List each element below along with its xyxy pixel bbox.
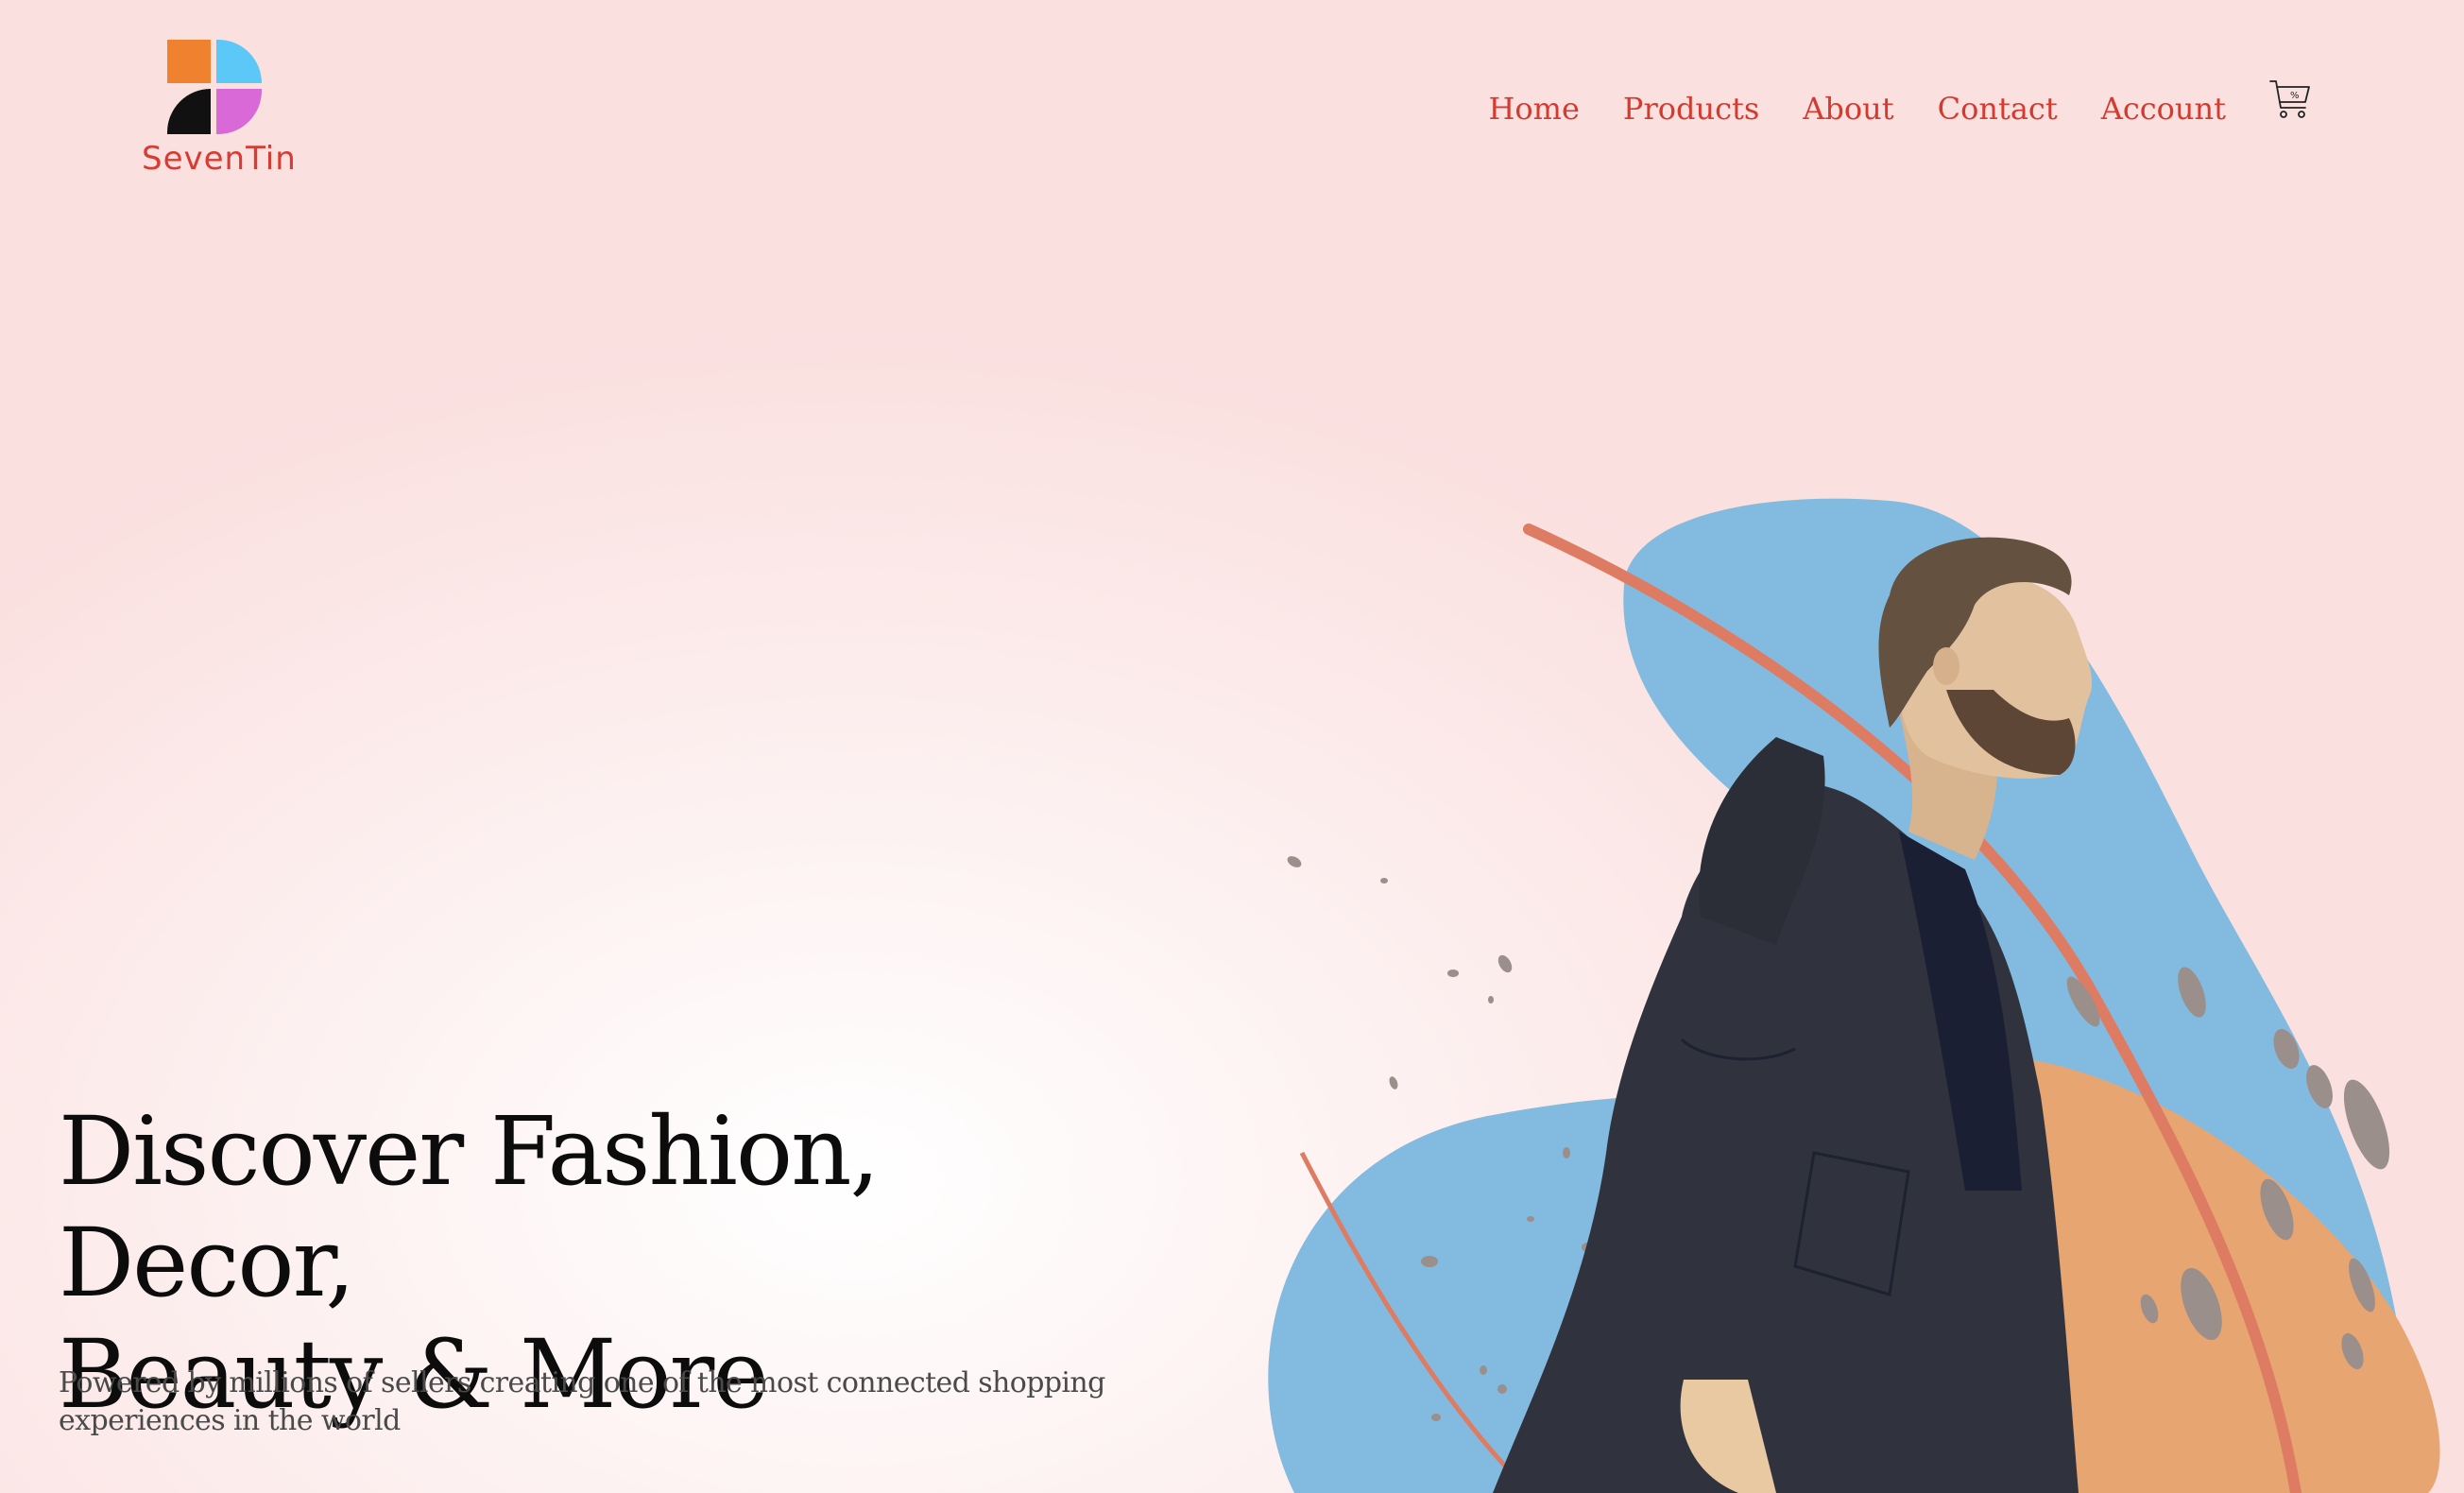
nav-about[interactable]: About bbox=[1803, 91, 1893, 127]
shopping-cart-icon[interactable]: % bbox=[2267, 77, 2313, 123]
main-nav: Home Products About Contact Account % bbox=[1445, 80, 2313, 127]
logo-mark-icon bbox=[167, 40, 262, 134]
nav-products[interactable]: Products bbox=[1623, 91, 1759, 127]
brand-logo[interactable]: SevenTin bbox=[142, 34, 297, 185]
svg-text:%: % bbox=[2290, 91, 2300, 101]
man-in-coat-illustration bbox=[1268, 498, 2440, 1493]
nav-home[interactable]: Home bbox=[1488, 91, 1579, 127]
nav-contact[interactable]: Contact bbox=[1938, 91, 2058, 127]
landing-page: SevenTin Home Products About Contact Acc… bbox=[0, 0, 2464, 1493]
hero-subtitle: Powered by millions of sellers creating … bbox=[59, 1366, 1105, 1437]
brand-name: SevenTin bbox=[142, 140, 297, 178]
hero-title-line-1: Discover Fashion, Decor, bbox=[59, 1096, 880, 1318]
nav-account[interactable]: Account bbox=[2101, 91, 2226, 127]
